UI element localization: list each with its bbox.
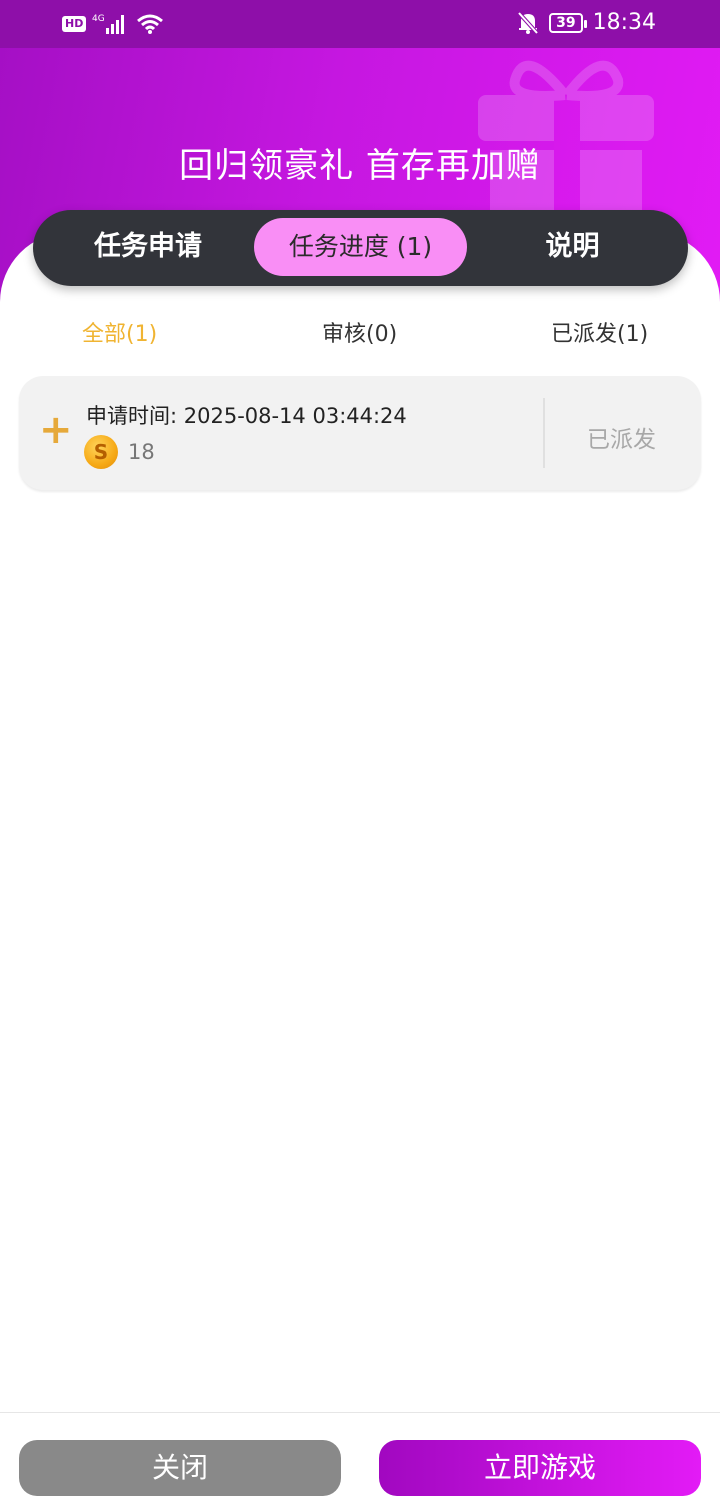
tab-task-progress[interactable]: 任务进度 (1) xyxy=(254,218,467,276)
bottom-divider xyxy=(0,1412,720,1413)
tab-instructions[interactable]: 说明 xyxy=(465,218,680,276)
record-card[interactable]: + 申请时间: 2025-08-14 03:44:24 S 18 已派发 xyxy=(19,376,701,490)
filter-bar: 全部(1) 审核(0) 已派发(1) xyxy=(0,316,720,352)
wifi-icon xyxy=(137,14,164,34)
card-divider xyxy=(543,398,545,468)
record-apply-time: 申请时间: 2025-08-14 03:44:24 xyxy=(86,404,407,428)
signal-icon: 4G xyxy=(92,14,125,34)
tab-task-apply[interactable]: 任务申请 xyxy=(43,218,253,276)
clock: 18:34 xyxy=(592,10,656,35)
status-bar: HD 4G 39 18:34 xyxy=(0,0,720,48)
status-right: 39 18:34 xyxy=(517,10,656,35)
gift-icon xyxy=(478,60,654,220)
tab-bar: 任务申请 任务进度 (1) 说明 xyxy=(33,210,688,286)
network-type-label: 4G xyxy=(92,14,105,24)
hd-badge: HD xyxy=(62,16,87,32)
record-amount: 18 xyxy=(128,440,155,464)
record-status: 已派发 xyxy=(587,427,656,453)
plus-icon[interactable]: + xyxy=(39,410,73,450)
mute-bell-icon xyxy=(517,11,539,34)
status-left: HD 4G xyxy=(62,12,164,36)
play-now-button[interactable]: 立即游戏 xyxy=(379,1440,701,1496)
banner-title: 回归领豪礼 首存再加赠 xyxy=(179,146,541,186)
filter-review[interactable]: 审核(0) xyxy=(322,316,397,348)
filter-all[interactable]: 全部(1) xyxy=(82,316,157,348)
filter-dispatched[interactable]: 已派发(1) xyxy=(551,316,648,348)
battery-indicator: 39 xyxy=(549,12,588,33)
close-button[interactable]: 关闭 xyxy=(19,1440,341,1496)
coin-icon: S xyxy=(84,435,118,469)
